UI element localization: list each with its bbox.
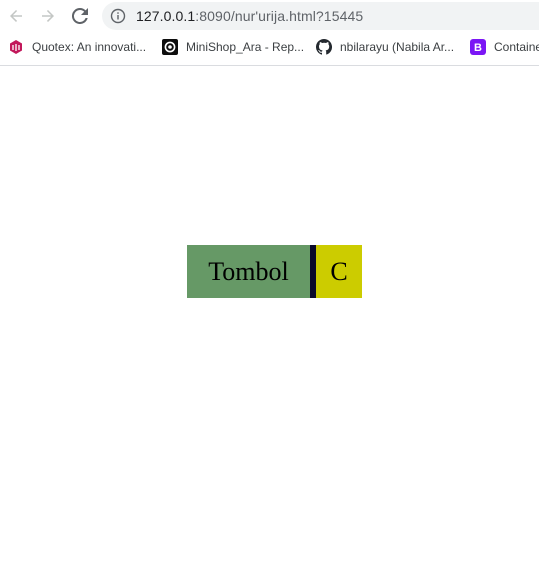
- reload-icon: [72, 8, 88, 24]
- reload-button[interactable]: [68, 4, 92, 28]
- c-button[interactable]: C: [316, 245, 362, 298]
- button-group: Tombol C: [187, 245, 362, 298]
- back-button[interactable]: [4, 4, 28, 28]
- url-path: :8090/nur'urija.html?15445: [195, 8, 364, 24]
- bootstrap-icon: B: [470, 39, 486, 55]
- bookmark-label: Quotex: An innovati...: [32, 40, 147, 54]
- bookmark-label: nbilarayu (Nabila Ar...: [340, 40, 455, 54]
- forward-button[interactable]: [36, 4, 60, 28]
- tombol-button[interactable]: Tombol: [187, 245, 310, 298]
- svg-text:B: B: [474, 42, 482, 54]
- info-icon[interactable]: [110, 8, 126, 24]
- address-bar[interactable]: 127.0.0.1:8090/nur'urija.html?15445: [102, 2, 539, 30]
- github-icon: [316, 39, 332, 55]
- browser-toolbar: 127.0.0.1:8090/nur'urija.html?15445 Quot…: [0, 0, 539, 66]
- url-host: 127.0.0.1: [136, 8, 196, 24]
- url-text[interactable]: 127.0.0.1:8090/nur'urija.html?15445: [136, 8, 363, 24]
- bookmark-quotex[interactable]: Quotex: An innovati...: [8, 36, 146, 58]
- bookmark-label: MiniShop_Ara - Rep...: [186, 40, 305, 54]
- bookmark-label: Containe: [494, 40, 539, 54]
- bookmarks-bar: Quotex: An innovati... MiniShop_Ara - Re…: [0, 36, 539, 58]
- bookmark-bootstrap[interactable]: B Containe: [470, 36, 539, 58]
- bookmark-minishop[interactable]: MiniShop_Ara - Rep...: [162, 36, 304, 58]
- quotex-icon: [8, 39, 24, 55]
- page-content: Tombol C: [0, 66, 539, 576]
- arrow-right-icon: [40, 8, 56, 24]
- arrow-left-icon: [8, 8, 24, 24]
- bookmark-github[interactable]: nbilarayu (Nabila Ar...: [316, 36, 454, 58]
- replit-icon: [162, 39, 178, 55]
